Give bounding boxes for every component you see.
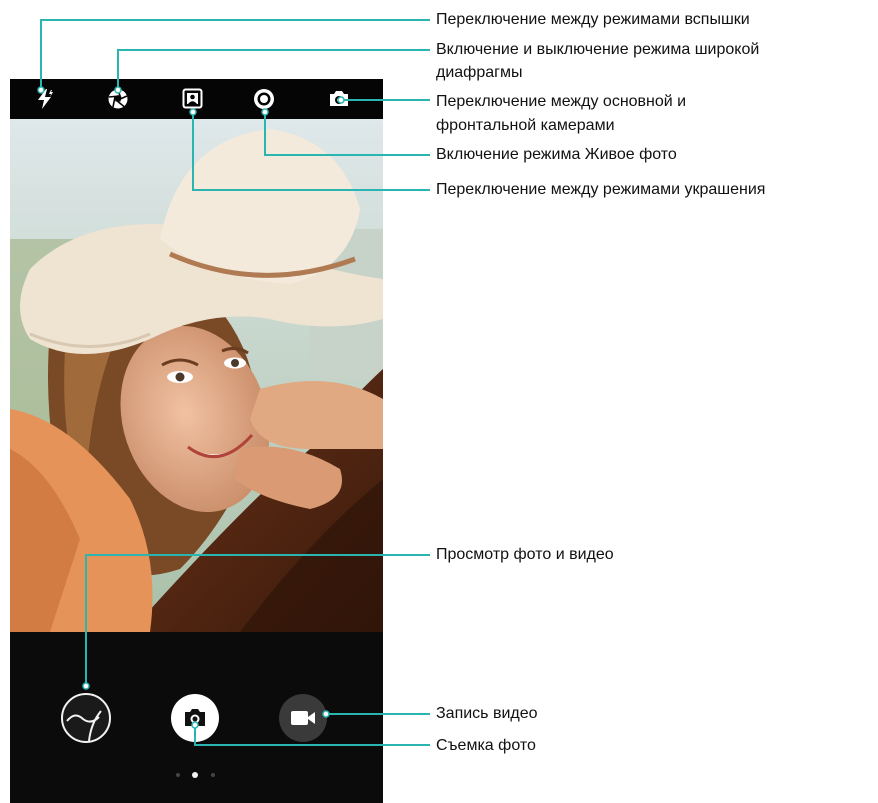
label-live-photo: Включение режима Живое фото	[436, 146, 677, 163]
flash-icon[interactable]	[34, 88, 56, 110]
switch-camera-icon[interactable]	[327, 87, 351, 111]
label-video: Запись видео	[436, 705, 538, 722]
live-photo-icon[interactable]	[253, 88, 275, 110]
camera-screen	[10, 79, 383, 803]
page-dot	[211, 773, 215, 777]
aperture-icon[interactable]	[107, 88, 129, 110]
video-camera-icon[interactable]	[278, 693, 328, 743]
camera-bottom-toolbar	[10, 632, 383, 803]
camera-viewfinder	[10, 119, 383, 632]
label-flash-mode: Переключение между режимами вспышки	[436, 11, 750, 28]
page-dot-active	[192, 772, 198, 778]
camera-top-toolbar	[10, 79, 383, 119]
mode-page-indicator	[176, 771, 216, 779]
camera-shutter-icon[interactable]	[170, 693, 220, 743]
page-dot	[176, 773, 180, 777]
label-switch-camera-line2: фронтальной камерами	[436, 117, 615, 134]
gallery-thumbnail-icon[interactable]	[61, 693, 111, 743]
label-photo: Съемка фото	[436, 737, 536, 754]
label-gallery: Просмотр фото и видео	[436, 546, 614, 563]
label-switch-camera-line1: Переключение между основной и	[436, 93, 687, 110]
label-beauty-mode: Переключение между режимами украшения	[436, 181, 766, 198]
label-wide-aperture-line2: диафрагмы	[436, 64, 523, 81]
label-wide-aperture-line1: Включение и выключение режима широкой	[436, 41, 760, 58]
beauty-mode-icon[interactable]	[182, 88, 203, 109]
